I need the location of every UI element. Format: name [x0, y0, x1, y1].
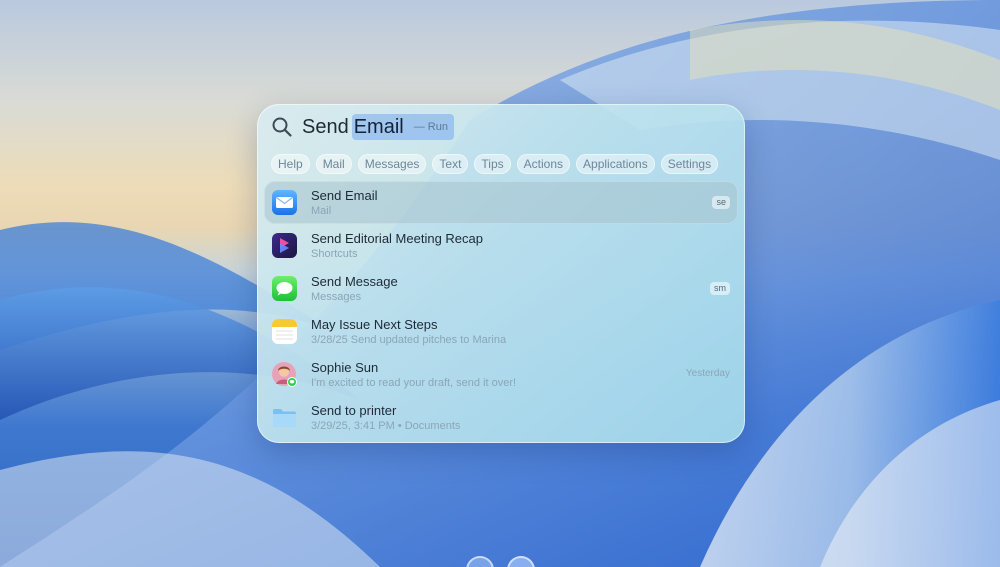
shortcuts-icon — [272, 233, 297, 258]
result-may-issue-next-steps[interactable]: May Issue Next Steps 3/28/25 Send update… — [264, 310, 738, 353]
chip-mail[interactable]: Mail — [315, 154, 352, 174]
chip-messages[interactable]: Messages — [357, 154, 427, 174]
result-subtitle: 3/29/25, 3:41 PM • Documents — [311, 420, 461, 432]
result-title: Send Message — [311, 274, 398, 289]
mail-icon — [272, 190, 297, 215]
autocomplete-suggestion[interactable]: Email — Run — [351, 114, 454, 140]
search-input[interactable]: Send Email — Run — [302, 114, 454, 140]
typed-query: Send — [302, 116, 349, 138]
spotlight-search-panel: Send Email — Run Help Mail Messages Text T… — [257, 104, 745, 443]
quick-key-badge: se — [712, 196, 730, 209]
result-title: May Issue Next Steps — [311, 317, 438, 332]
result-timestamp: Yesterday — [685, 368, 730, 379]
chip-settings[interactable]: Settings — [660, 154, 719, 174]
result-subtitle: Shortcuts — [311, 248, 358, 260]
chip-text[interactable]: Text — [432, 154, 469, 174]
result-sophie-sun[interactable]: Sophie Sun I'm excited to read your draf… — [264, 353, 738, 396]
contact-avatar-icon — [272, 362, 297, 387]
search-bar[interactable]: Send Email — Run — [257, 104, 745, 150]
results-list: Send Email Mail se Send Editorial Meetin… — [264, 181, 738, 439]
search-icon — [272, 117, 292, 137]
messages-icon — [272, 276, 297, 301]
result-subtitle: Mail — [311, 205, 332, 217]
chip-actions[interactable]: Actions — [516, 154, 571, 174]
quick-key-badge: sm — [710, 282, 730, 295]
result-send-message[interactable]: Send Message Messages sm — [264, 267, 738, 310]
notes-icon — [272, 319, 297, 344]
completion-action-hint: — Run — [413, 121, 448, 133]
result-title: Send Editorial Meeting Recap — [311, 231, 483, 246]
filter-chips: Help Mail Messages Text Tips Actions App… — [271, 154, 719, 174]
chip-help[interactable]: Help — [271, 154, 310, 174]
result-send-email[interactable]: Send Email Mail se — [264, 181, 738, 224]
chip-applications[interactable]: Applications — [576, 154, 655, 174]
result-title: Sophie Sun — [311, 360, 379, 375]
completion-word: Email — [353, 116, 404, 138]
result-subtitle: 3/28/25 Send updated pitches to Marina — [311, 334, 507, 346]
folder-icon — [273, 409, 296, 427]
result-title: Send to printer — [311, 403, 397, 418]
result-send-to-printer[interactable]: Send to printer 3/29/25, 3:41 PM • Docum… — [264, 396, 738, 439]
result-title: Send Email — [311, 188, 378, 203]
result-send-editorial-meeting-recap[interactable]: Send Editorial Meeting Recap Shortcuts — [264, 224, 738, 267]
result-subtitle: Messages — [311, 291, 362, 303]
result-subtitle: I'm excited to read your draft, send it … — [311, 377, 517, 389]
chip-tips[interactable]: Tips — [474, 154, 511, 174]
